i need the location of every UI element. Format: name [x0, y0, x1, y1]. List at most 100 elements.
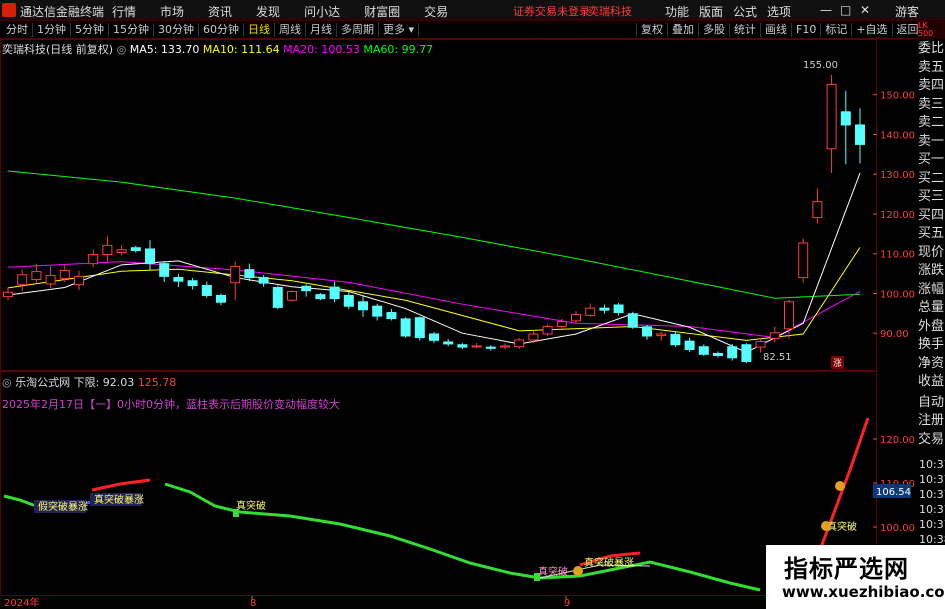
quote-label-sell5: 卖五: [918, 59, 945, 75]
menu-item-options[interactable]: 选项: [767, 3, 791, 20]
price-tick-label: 120.00: [880, 210, 915, 221]
quote-label-buy4: 买四: [918, 207, 945, 223]
main-chart-pane: [0, 39, 877, 371]
menu-item-function[interactable]: 功能: [665, 3, 689, 20]
indicator-axis: 120.00 110.00 100.00 106.54: [873, 435, 915, 534]
tab-weekly[interactable]: 周线: [275, 23, 306, 37]
tool-add-watch[interactable]: +自选: [851, 23, 891, 37]
price-tick-label: 110.00: [880, 250, 915, 261]
tab-monthly[interactable]: 月线: [306, 23, 337, 37]
quote-label-sell4: 卖四: [918, 78, 945, 93]
quote-label-buy1: 买一: [918, 152, 945, 167]
period-toolbar: 分时 1分钟 5分钟 15分钟 30分钟 60分钟 日线 周线 月线 多周期 更…: [0, 22, 945, 39]
tab-30min[interactable]: 30分钟: [154, 23, 199, 37]
indicator-note: 2025年2月17日【一】0小时0分钟，蓝柱表示后期股价变动幅度较大: [2, 398, 340, 411]
time-ticks: 10:37 10:37 10:37 10:37 10:37 10:38: [919, 458, 945, 546]
price-tick-label: 130.00: [880, 170, 915, 181]
main-menu: 行情 市场 资讯 发现 问小达 财富圈 交易: [112, 3, 472, 20]
indicator-value: 125.78: [137, 376, 177, 389]
watermark-title: 指标严选网: [784, 555, 909, 583]
close-button[interactable]: ✕: [860, 3, 870, 17]
quote-label-change-pct: 涨幅: [918, 281, 945, 297]
menu-item-wealth[interactable]: 财富圈: [364, 3, 400, 20]
tool-draw[interactable]: 画线: [760, 23, 791, 37]
quote-label-trade[interactable]: 交易: [918, 431, 945, 450]
tab-daily[interactable]: 日线: [244, 23, 275, 37]
main-chart-info: 奕瑞科技(日线 前复权) ◎ MA5: 133.70 MA10: 111.64 …: [2, 41, 433, 57]
time-tick: 10:37: [919, 473, 945, 486]
quote-label-earnings: 收益: [918, 374, 945, 389]
quote-label-sell1: 卖一: [918, 133, 945, 149]
chart-title: 奕瑞科技(日线 前复权): [2, 43, 114, 56]
chart-tools: 复权 叠加 多股 统计 画线 F10 标记 +自选 返回: [636, 23, 923, 37]
current-value: 106.54: [876, 487, 911, 498]
x-tick-8: 8: [250, 598, 256, 609]
right-badge: LK 500: [918, 22, 945, 39]
menu-item-ask[interactable]: 问小达: [304, 3, 340, 20]
tool-stats[interactable]: 统计: [729, 23, 760, 37]
time-tick: 10:37: [919, 503, 945, 516]
app-logo-icon: [2, 3, 16, 17]
menu-item-layout[interactable]: 版面: [699, 3, 723, 20]
indicator-info: ◎ 乐淘公式网 下限: 92.03 125.78: [2, 374, 176, 390]
ma60-label: MA60: 99.77: [363, 43, 434, 56]
app-title: 通达信金融终端: [20, 5, 105, 19]
ind-tick-100: 100.00: [880, 523, 915, 534]
quote-label-auto[interactable]: 自动: [918, 394, 945, 413]
tool-mark[interactable]: 标记: [820, 23, 851, 37]
login-warning[interactable]: 证券交易未登录: [513, 3, 590, 19]
indicator-title: 乐淘公式网: [15, 376, 71, 389]
ma5-label: MA5: 133.70: [129, 43, 200, 56]
time-tick: 10:37: [919, 518, 945, 531]
tool-multi-stock[interactable]: 多股: [698, 23, 729, 37]
watermark-url: www.xuezhibiao.com: [782, 583, 945, 601]
tab-60min[interactable]: 60分钟: [199, 23, 244, 37]
quote-label-buy5: 买五: [918, 226, 945, 241]
tool-overlay[interactable]: 叠加: [667, 23, 698, 37]
indicator-settings-icon[interactable]: ◎: [2, 376, 15, 389]
current-value-badge: [873, 484, 911, 498]
price-tick-label: 150.00: [880, 91, 915, 102]
maximize-button[interactable]: □: [840, 3, 851, 17]
tool-adjust[interactable]: 复权: [636, 23, 667, 37]
menu-item-news[interactable]: 资讯: [208, 3, 232, 20]
time-tick: 10:37: [919, 458, 945, 471]
tab-more[interactable]: 更多 ▾: [379, 23, 420, 37]
tab-timeshare[interactable]: 分时: [2, 23, 33, 37]
period-tabs: 分时 1分钟 5分钟 15分钟 30分钟 60分钟 日线 周线 月线 多周期 更…: [2, 23, 420, 37]
menu-item-formula[interactable]: 公式: [733, 3, 757, 20]
title-bar: 通达信金融终端 行情 市场 资讯 发现 问小达 财富圈 交易 证券交易未登录 奕…: [0, 0, 945, 21]
quote-label-sell3: 卖三: [918, 96, 945, 112]
guest-label[interactable]: 游客: [895, 3, 919, 20]
menu-item-discover[interactable]: 发现: [256, 3, 280, 20]
ind-tick-120: 120.00: [880, 435, 915, 446]
quote-label-price: 现价: [918, 244, 945, 260]
tab-multi-period[interactable]: 多周期: [337, 23, 379, 37]
lower-limit-label: 下限: 92.03: [73, 376, 135, 389]
menu-item-market[interactable]: 市场: [160, 3, 184, 20]
tool-f10[interactable]: F10: [791, 23, 820, 37]
quote-panel: 委比 卖五 卖四 卖三 卖二 卖一 买一 买二 买三 买四 买五 现价 涨跌 涨…: [918, 40, 945, 449]
menu-item-trade[interactable]: 交易: [424, 3, 448, 20]
quote-label-buy3: 买三: [918, 189, 945, 204]
ma10-label: MA10: 111.64: [202, 43, 280, 56]
quote-label-outer: 外盘: [918, 318, 945, 334]
right-menu: 功能 版面 公式 选项: [665, 3, 801, 20]
quote-label-net-assets: 净资: [918, 355, 945, 371]
x-tick-2024: 2024年: [4, 596, 39, 609]
x-tick-9: 9: [564, 598, 570, 609]
tab-15min[interactable]: 15分钟: [109, 23, 154, 37]
settings-icon[interactable]: ◎: [117, 43, 130, 56]
time-tick: 10:37: [919, 488, 945, 501]
quote-label-register[interactable]: 注册: [918, 412, 945, 431]
minimize-button[interactable]: —: [820, 3, 832, 17]
quote-label-turnover: 换手: [918, 337, 945, 352]
price-axis: 150.00 140.00 130.00 120.00 110.00 100.00 90.0…: [873, 91, 915, 340]
tab-1min[interactable]: 1分钟: [33, 23, 71, 37]
tab-5min[interactable]: 5分钟: [71, 23, 109, 37]
quote-label-sell2: 卖二: [918, 115, 945, 130]
watermark: 指标严选网 www.xuezhibiao.com: [766, 545, 945, 609]
ind-tick-110: 110.00: [880, 479, 915, 490]
ma20-label: MA20: 100.53: [283, 43, 360, 56]
menu-item-quotes[interactable]: 行情: [112, 3, 136, 20]
